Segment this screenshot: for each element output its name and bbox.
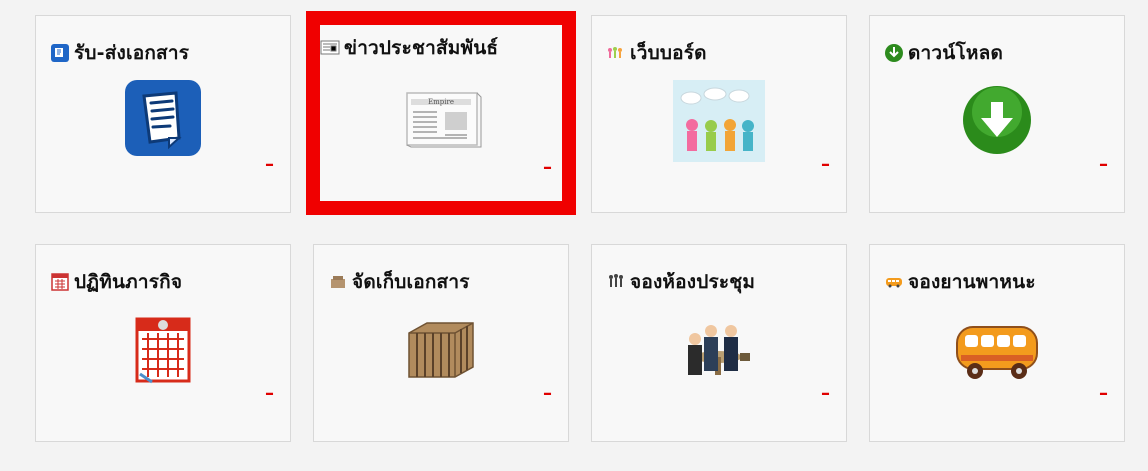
document-icon xyxy=(50,43,70,63)
people-speech-icon xyxy=(673,80,765,162)
status-dash: – xyxy=(543,383,552,404)
svg-text:Empire: Empire xyxy=(428,98,454,106)
status-dash: – xyxy=(1099,154,1108,175)
tile-title: เว็บบอร์ด xyxy=(630,42,707,64)
status-dash: – xyxy=(543,157,552,178)
tile-webboard[interactable]: เว็บบอร์ด – xyxy=(591,15,847,213)
newspaper-icon: Empire xyxy=(395,77,487,159)
box-icon xyxy=(328,272,348,292)
status-dash: – xyxy=(821,154,830,175)
status-dash: – xyxy=(265,154,274,175)
newspaper-icon xyxy=(320,38,340,58)
download-icon xyxy=(951,80,1043,162)
calendar-icon xyxy=(117,309,209,391)
bus-icon xyxy=(884,272,904,292)
tile-mission-calendar[interactable]: ปฏิทินภารกิจ – xyxy=(35,244,291,442)
tile-meeting-room-booking[interactable]: จองห้องประชุม – xyxy=(591,244,847,442)
tile-document-storage[interactable]: จัดเก็บเอกสาร – xyxy=(313,244,569,442)
tile-header: ปฏิทินภารกิจ xyxy=(50,267,182,297)
tile-title: ข่าวประชาสัมพันธ์ xyxy=(344,37,499,59)
tile-header: ข่าวประชาสัมพันธ์ xyxy=(320,33,498,63)
bus-icon xyxy=(951,309,1043,391)
status-dash: – xyxy=(1099,383,1108,404)
tile-public-relations[interactable]: ข่าวประชาสัมพันธ์ Empire – xyxy=(306,11,576,215)
tile-download[interactable]: ดาวน์โหลด – xyxy=(869,15,1125,213)
tile-header: จัดเก็บเอกสาร xyxy=(328,267,470,297)
status-dash: – xyxy=(265,383,274,404)
tile-title: ปฏิทินภารกิจ xyxy=(74,271,183,293)
meeting-icon xyxy=(606,272,626,292)
tile-header: รับ-ส่งเอกสาร xyxy=(50,38,189,68)
calendar-icon xyxy=(50,272,70,292)
document-icon xyxy=(117,80,209,162)
people-icon xyxy=(606,43,626,63)
tile-header: ดาวน์โหลด xyxy=(884,38,1003,68)
tile-title: ดาวน์โหลด xyxy=(908,42,1003,64)
module-grid: รับ-ส่งเอกสาร – ข่าวประชาสัมพันธ์ Empire… xyxy=(0,0,1148,471)
tile-document-exchange[interactable]: รับ-ส่งเอกสาร – xyxy=(35,15,291,213)
tile-title: จองห้องประชุม xyxy=(630,271,756,293)
download-icon xyxy=(884,43,904,63)
tile-header: เว็บบอร์ด xyxy=(606,38,707,68)
tile-title: จัดเก็บเอกสาร xyxy=(352,271,470,293)
box-icon xyxy=(395,309,487,391)
status-dash: – xyxy=(821,383,830,404)
tile-header: จองยานพาหนะ xyxy=(884,267,1036,297)
tile-vehicle-booking[interactable]: จองยานพาหนะ – xyxy=(869,244,1125,442)
tile-title: จองยานพาหนะ xyxy=(908,271,1036,293)
tile-header: จองห้องประชุม xyxy=(606,267,755,297)
meeting-icon xyxy=(673,309,765,391)
tile-title: รับ-ส่งเอกสาร xyxy=(74,42,190,64)
